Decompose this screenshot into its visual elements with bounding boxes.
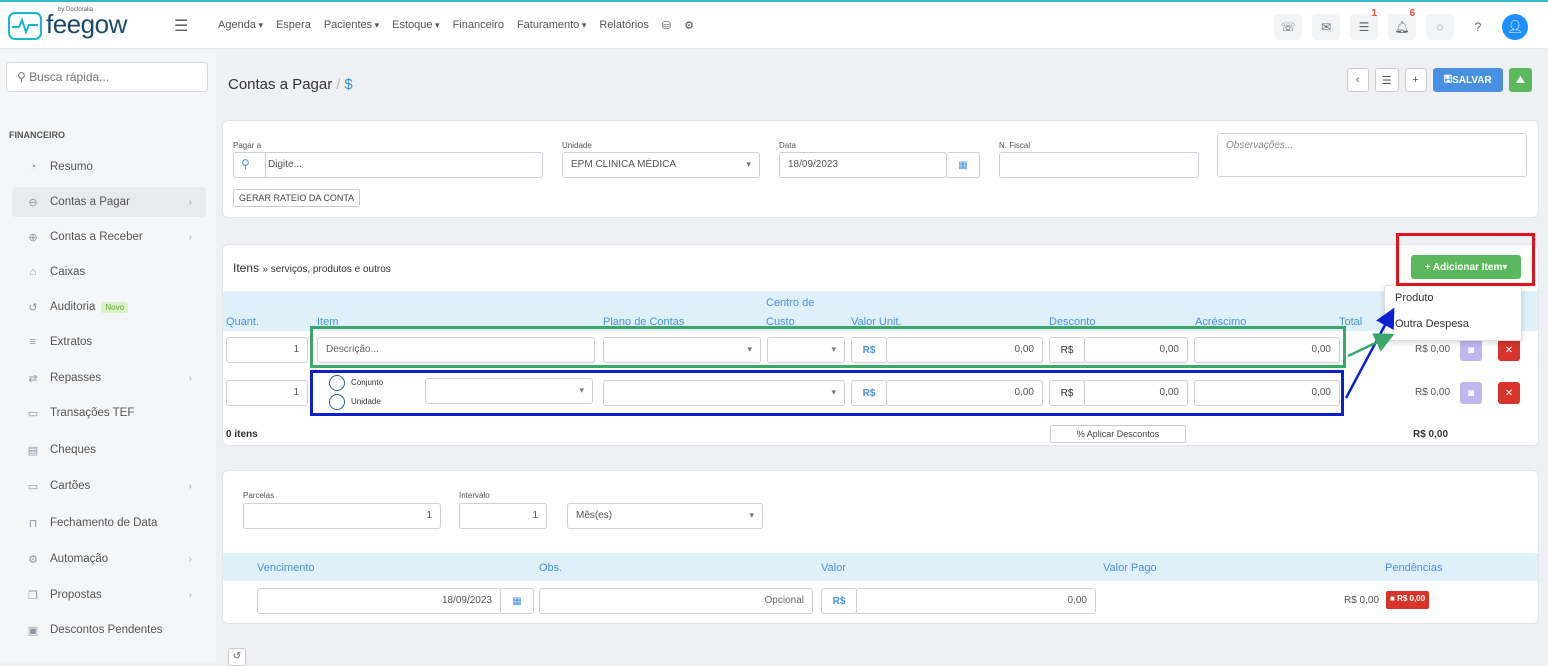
annotation-arrows: [1344, 307, 1395, 399]
